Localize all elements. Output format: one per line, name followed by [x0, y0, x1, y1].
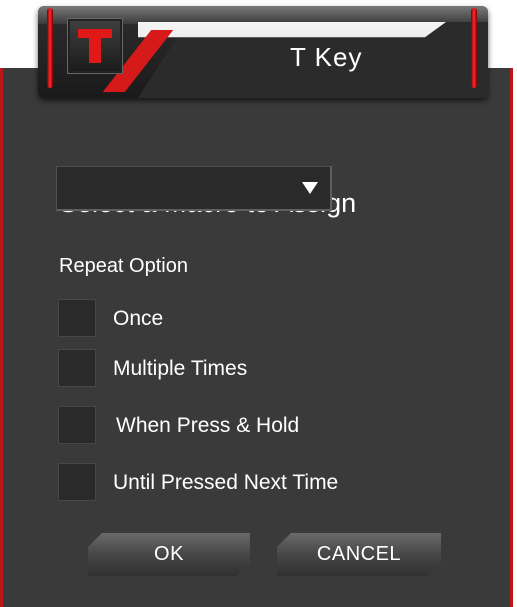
- repeat-option-label: Repeat Option: [59, 255, 188, 277]
- option-once-label: Once: [113, 307, 164, 330]
- option-multiple-times-label: Multiple Times: [113, 357, 248, 380]
- macro-assign-dialog: Select a Macro to Assign: [0, 68, 513, 607]
- ok-button[interactable]: OK: [88, 533, 250, 576]
- cancel-button[interactable]: CANCEL: [277, 533, 441, 576]
- option-multiple-times-checkbox[interactable]: [58, 349, 96, 387]
- header-edge-right: [471, 8, 477, 88]
- header-edge-left: [47, 8, 53, 88]
- option-when-press-hold-label: When Press & Hold: [116, 414, 300, 437]
- option-until-pressed-next-time-label: Until Pressed Next Time: [113, 471, 339, 494]
- option-when-press-hold-checkbox[interactable]: [58, 406, 96, 444]
- header-title: T Key: [290, 42, 363, 72]
- option-until-pressed-next-time-checkbox[interactable]: [58, 463, 96, 501]
- macro-dropdown[interactable]: [56, 166, 332, 211]
- chevron-down-icon: [302, 182, 318, 194]
- t-logo-icon: [67, 18, 123, 74]
- option-once-checkbox[interactable]: [58, 299, 96, 337]
